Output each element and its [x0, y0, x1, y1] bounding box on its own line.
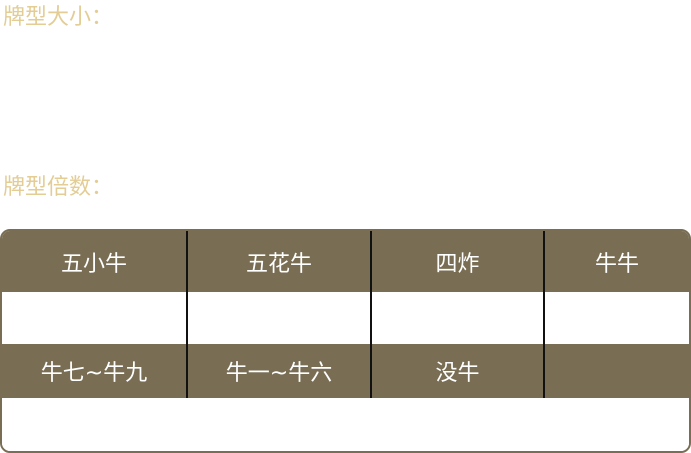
card-rules-panel: 牌型大小： 牌型倍数： 五小牛 五花牛 四炸 牛牛 牛七~牛九 牛一~牛六 没牛 — [0, 0, 691, 453]
header-cell-bull-bull: 牛牛 — [594, 251, 639, 277]
header-cell-four-bomb: 四炸 — [372, 231, 545, 292]
value-cell-bull-bull — [545, 292, 689, 344]
header-cell-five-flower-bull: 五花牛 — [188, 231, 372, 292]
table-value-row-2 — [2, 398, 689, 451]
table-header-row-1: 五小牛 五花牛 四炸 牛牛 — [2, 231, 689, 292]
header-cell-empty — [545, 344, 689, 398]
multiplier-table: 五小牛 五花牛 四炸 牛牛 牛七~牛九 牛一~牛六 没牛 — [0, 229, 691, 453]
value-cell-bull-seven-to-nine — [2, 398, 188, 451]
value-cell-no-bull — [372, 398, 545, 451]
table-value-row-1 — [2, 292, 689, 344]
card-size-label: 牌型大小： — [3, 5, 114, 30]
header-cell-bull-seven-to-nine: 牛七~牛九 — [2, 344, 188, 398]
value-cell-five-flower-bull — [188, 292, 372, 344]
header-cell-no-bull: 没牛 — [372, 344, 545, 398]
header-cell-five-small-bull: 五小牛 — [2, 231, 188, 292]
value-cell-five-small-bull — [2, 292, 188, 344]
value-cell-bull-one-to-six — [188, 398, 372, 451]
header-cell-bull-one-to-six: 牛一~牛六 — [188, 344, 372, 398]
value-cell-four-bomb — [372, 292, 545, 344]
value-cell-empty — [545, 398, 689, 451]
card-multiplier-label: 牌型倍数： — [3, 175, 114, 200]
table-header-row-2: 牛七~牛九 牛一~牛六 没牛 — [2, 344, 689, 398]
